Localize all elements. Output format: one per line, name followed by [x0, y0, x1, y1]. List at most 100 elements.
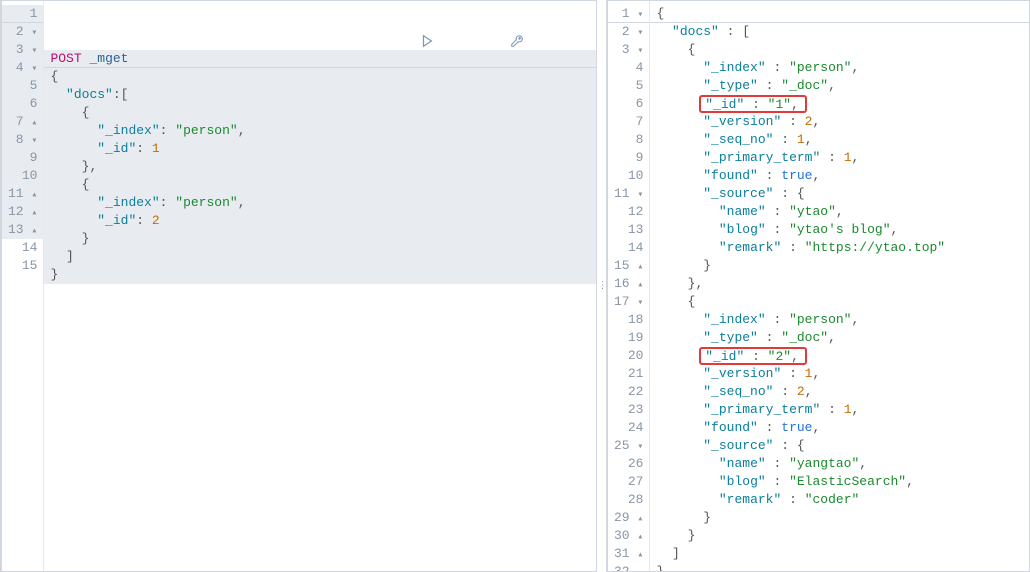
- line-number: 14: [608, 239, 649, 257]
- line-number: 13 ▴: [2, 221, 43, 239]
- line-number: 8 ▾: [2, 131, 43, 149]
- line-number: 3 ▾: [608, 41, 649, 59]
- code-line[interactable]: "remark" : "https://ytao.top": [650, 239, 1029, 257]
- line-number: 6: [608, 95, 649, 113]
- code-line[interactable]: [44, 284, 596, 302]
- code-line[interactable]: "remark" : "coder": [650, 491, 1029, 509]
- line-number: 32 ▴: [608, 563, 649, 572]
- line-number: 14: [2, 239, 43, 257]
- line-number: 23: [608, 401, 649, 419]
- highlight-box: "_id" : "1",: [699, 95, 807, 113]
- line-number: 15 ▴: [608, 257, 649, 275]
- line-number: 7 ▴: [2, 113, 43, 131]
- code-line[interactable]: {: [650, 293, 1029, 311]
- line-number: 11 ▴: [2, 185, 43, 203]
- code-line[interactable]: "_index": "person",: [44, 194, 596, 212]
- line-number: 7: [608, 113, 649, 131]
- code-line[interactable]: }: [650, 257, 1029, 275]
- response-viewer-pane: 1 ▾2 ▾3 ▾4567891011 ▾12131415 ▴16 ▴17 ▾1…: [606, 0, 1030, 572]
- code-line[interactable]: "_version" : 2,: [650, 113, 1029, 131]
- line-number: 5: [2, 77, 43, 95]
- line-number: 15: [2, 257, 43, 275]
- code-line[interactable]: "_id" : "1",: [650, 95, 1029, 113]
- code-line[interactable]: "_id": 1: [44, 140, 596, 158]
- code-line[interactable]: "docs":[: [44, 86, 596, 104]
- line-number: 18: [608, 311, 649, 329]
- code-line[interactable]: "_index": "person",: [44, 122, 596, 140]
- code-line[interactable]: "_id": 2: [44, 212, 596, 230]
- response-code[interactable]: { "docs" : [ { "_index" : "person", "_ty…: [650, 1, 1029, 571]
- code-line[interactable]: ]: [44, 248, 596, 266]
- code-line[interactable]: POST _mget: [44, 50, 596, 68]
- line-number: 17 ▾: [608, 293, 649, 311]
- line-number: 29 ▴: [608, 509, 649, 527]
- code-line[interactable]: }: [44, 230, 596, 248]
- code-line[interactable]: },: [44, 158, 596, 176]
- code-line[interactable]: {: [44, 176, 596, 194]
- code-line[interactable]: "_seq_no" : 2,: [650, 383, 1029, 401]
- line-number: 11 ▾: [608, 185, 649, 203]
- code-line[interactable]: }: [650, 563, 1029, 572]
- code-line[interactable]: }: [650, 527, 1029, 545]
- code-line[interactable]: ]: [650, 545, 1029, 563]
- request-editor[interactable]: 12 ▾3 ▾4 ▾567 ▴8 ▾91011 ▴12 ▴13 ▴1415 PO…: [1, 1, 596, 571]
- code-line[interactable]: "blog" : "ytao's blog",: [650, 221, 1029, 239]
- code-line[interactable]: "name" : "yangtao",: [650, 455, 1029, 473]
- line-number: 20: [608, 347, 649, 365]
- line-number: 5: [608, 77, 649, 95]
- code-line[interactable]: {: [44, 68, 596, 86]
- line-number: 10: [608, 167, 649, 185]
- line-number: 4: [608, 59, 649, 77]
- code-line[interactable]: "_index" : "person",: [650, 311, 1029, 329]
- line-number: 3 ▾: [2, 41, 43, 59]
- code-line[interactable]: "docs" : [: [650, 23, 1029, 41]
- code-line[interactable]: "_type" : "_doc",: [650, 329, 1029, 347]
- line-number: 19: [608, 329, 649, 347]
- code-line[interactable]: "_source" : {: [650, 437, 1029, 455]
- code-line[interactable]: },: [650, 275, 1029, 293]
- line-number: 9: [608, 149, 649, 167]
- line-number: 13: [608, 221, 649, 239]
- http-method: POST: [50, 51, 81, 66]
- code-line[interactable]: "found" : true,: [650, 167, 1029, 185]
- code-line[interactable]: "name" : "ytao",: [650, 203, 1029, 221]
- code-line[interactable]: [44, 302, 596, 320]
- line-number: 28: [608, 491, 649, 509]
- line-number: 24: [608, 419, 649, 437]
- code-line[interactable]: "found" : true,: [650, 419, 1029, 437]
- endpoint-path: _mget: [89, 51, 128, 66]
- code-line[interactable]: "_primary_term" : 1,: [650, 149, 1029, 167]
- code-line[interactable]: "_version" : 1,: [650, 365, 1029, 383]
- code-line[interactable]: }: [44, 266, 596, 284]
- line-number: 30 ▴: [608, 527, 649, 545]
- line-number: 2 ▾: [608, 23, 649, 41]
- code-line[interactable]: "_source" : {: [650, 185, 1029, 203]
- line-number: 2 ▾: [2, 23, 43, 41]
- line-number: 9: [2, 149, 43, 167]
- line-number: 27: [608, 473, 649, 491]
- code-line[interactable]: "_index" : "person",: [650, 59, 1029, 77]
- request-code[interactable]: POST _mget{ "docs":[ { "_index": "person…: [44, 1, 596, 571]
- request-editor-pane: 12 ▾3 ▾4 ▾567 ▴8 ▾91011 ▴12 ▴13 ▴1415 PO…: [0, 0, 597, 572]
- code-line[interactable]: "_id" : "2",: [650, 347, 1029, 365]
- code-line[interactable]: {: [650, 5, 1029, 23]
- pane-splitter[interactable]: ⋮: [597, 0, 606, 572]
- line-number: 25 ▾: [608, 437, 649, 455]
- line-number: 12 ▴: [2, 203, 43, 221]
- code-line[interactable]: "_primary_term" : 1,: [650, 401, 1029, 419]
- code-line[interactable]: "blog" : "ElasticSearch",: [650, 473, 1029, 491]
- highlight-box: "_id" : "2",: [699, 347, 807, 365]
- code-line[interactable]: "_type" : "_doc",: [650, 77, 1029, 95]
- line-number: 21: [608, 365, 649, 383]
- line-number: 10: [2, 167, 43, 185]
- code-line[interactable]: }: [650, 509, 1029, 527]
- response-editor: 1 ▾2 ▾3 ▾4567891011 ▾12131415 ▴16 ▴17 ▾1…: [607, 1, 1029, 571]
- request-gutter: 12 ▾3 ▾4 ▾567 ▴8 ▾91011 ▴12 ▴13 ▴1415: [1, 1, 44, 571]
- code-line[interactable]: {: [650, 41, 1029, 59]
- code-line[interactable]: "_seq_no" : 1,: [650, 131, 1029, 149]
- response-gutter: 1 ▾2 ▾3 ▾4567891011 ▾12131415 ▴16 ▴17 ▾1…: [607, 1, 650, 571]
- line-number: 16 ▴: [608, 275, 649, 293]
- line-number: 4 ▾: [2, 59, 43, 77]
- code-line[interactable]: {: [44, 104, 596, 122]
- line-number: 22: [608, 383, 649, 401]
